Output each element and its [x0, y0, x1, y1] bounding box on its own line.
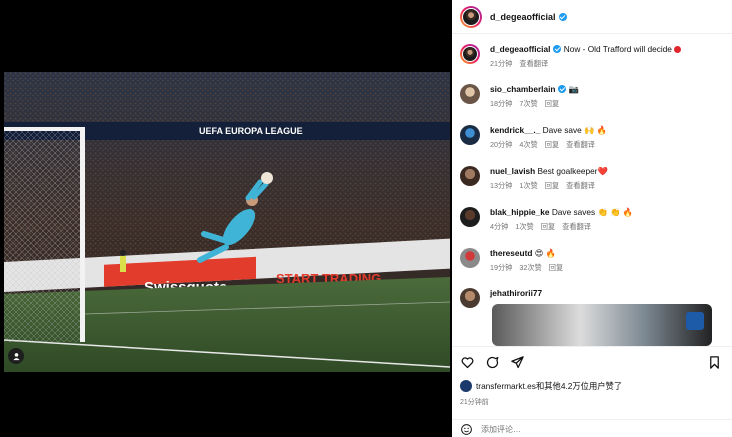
caption: d_degeaofficial Now - Old Trafford will … — [460, 44, 728, 69]
reply-link[interactable]: 回复 — [545, 99, 559, 108]
europa-league-banner: UEFA EUROPA LEAGUE — [199, 126, 303, 136]
comment-text: 😍 🔥 — [534, 248, 557, 258]
add-comment-bar — [452, 419, 732, 437]
post-header: d_degeaofficial — [452, 0, 732, 34]
verified-badge-icon — [558, 85, 567, 93]
comment-likes[interactable]: 1次赞 — [515, 222, 533, 231]
comment-username[interactable]: thereseutd — [490, 248, 532, 258]
comment-text: Dave saves 👏 👏 🔥 — [551, 207, 634, 217]
comment-time: 19分钟 — [490, 263, 513, 272]
comment-input[interactable] — [481, 424, 681, 434]
comment-avatar[interactable] — [460, 288, 480, 308]
translate-link[interactable]: 查看翻译 — [562, 222, 591, 231]
emoji-icon[interactable] — [460, 423, 473, 436]
comment-avatar[interactable] — [460, 166, 480, 186]
reply-link[interactable]: 回复 — [549, 263, 563, 272]
user-icon — [12, 352, 20, 360]
share-icon[interactable] — [510, 355, 525, 370]
comment-text: Dave save 🙌 🔥 — [542, 125, 608, 135]
comment-item: blak_hippie_ke Dave saves 👏 👏 🔥 4分钟 1次赞 回复… — [460, 207, 728, 232]
comment-list[interactable]: d_degeaofficial Now - Old Trafford will … — [452, 36, 732, 346]
comment-avatar[interactable] — [460, 125, 480, 145]
comment-likes[interactable]: 4次赞 — [519, 140, 537, 149]
comment-item: thereseutd 😍 🔥 19分钟 32次赞 回复 — [460, 248, 728, 273]
reply-link[interactable]: 回复 — [541, 222, 555, 231]
comment-icon[interactable] — [485, 355, 500, 370]
comment-text: 📷 — [568, 84, 580, 94]
translate-link[interactable]: 查看翻译 — [566, 181, 595, 190]
post-time: 21分钟前 — [460, 399, 489, 406]
comment-likes[interactable]: 1次赞 — [519, 181, 537, 190]
liker-avatar — [460, 380, 472, 392]
caption-translate-link[interactable]: 查看翻译 — [519, 59, 548, 68]
liked-by-text: transfermarkt.es和其他4.2万位用户赞了 — [476, 381, 623, 391]
tagged-users-button[interactable] — [8, 348, 24, 364]
post-photo[interactable]: UEFA EUROPA LEAGUE Swissquote START TRAD… — [4, 72, 450, 372]
bookmark-icon[interactable] — [707, 355, 722, 370]
comment-username[interactable]: blak_hippie_ke — [490, 207, 550, 217]
reply-link[interactable]: 回复 — [545, 181, 559, 190]
caption-text: Now - Old Trafford will decide — [563, 44, 672, 54]
post-media: UEFA EUROPA LEAGUE Swissquote START TRAD… — [0, 0, 452, 437]
post-actions: transfermarkt.es和其他4.2万位用户赞了 21分钟前 — [452, 346, 732, 437]
comment-time: 13分钟 — [490, 181, 513, 190]
comment-avatar[interactable] — [460, 248, 480, 268]
author-avatar[interactable] — [460, 5, 482, 28]
comment-username[interactable]: sio_chamberlain — [490, 84, 555, 94]
caption-avatar[interactable] — [460, 44, 480, 64]
comment-username[interactable]: kendrick__._ — [490, 125, 540, 135]
comment-avatar[interactable] — [460, 84, 480, 104]
comment-time: 20分钟 — [490, 140, 513, 149]
caption-username[interactable]: d_degeaofficial — [490, 44, 550, 54]
goalkeeper-save-photo: UEFA EUROPA LEAGUE Swissquote START TRAD… — [4, 72, 450, 372]
reply-link[interactable]: 回复 — [545, 140, 559, 149]
caption-time: 21分钟 — [490, 59, 513, 68]
red-circle-emoji — [673, 46, 681, 53]
video-badge-icon — [686, 312, 704, 330]
comment-likes[interactable]: 32次赞 — [519, 263, 541, 272]
comment-time: 4分钟 — [490, 222, 509, 231]
comment-username[interactable]: jehathirorii77 — [490, 288, 542, 298]
comment-item: kendrick__._ Dave save 🙌 🔥 20分钟 4次赞 回复 查看翻译 — [460, 125, 728, 150]
verified-badge-icon — [558, 12, 567, 21]
likes-summary[interactable]: transfermarkt.es和其他4.2万位用户赞了 — [460, 380, 622, 392]
verified-badge-icon — [553, 45, 562, 53]
comment-text: Best goalkeeper❤️ — [537, 166, 608, 176]
post-sidebar: d_degeaofficial d_degeaofficial Now - Ol… — [452, 0, 732, 437]
comment-username[interactable]: nuel_lavish — [490, 166, 535, 176]
heart-icon[interactable] — [460, 355, 475, 370]
comment-likes[interactable]: 7次赞 — [519, 99, 537, 108]
comment-time: 18分钟 — [490, 99, 513, 108]
author-username[interactable]: d_degeaofficial — [490, 12, 556, 22]
comment-item: nuel_lavish Best goalkeeper❤️ 13分钟 1次赞 回复查… — [460, 166, 728, 191]
comment-video-thumbnail[interactable] — [492, 304, 712, 346]
translate-link[interactable]: 查看翻译 — [566, 140, 595, 149]
comment-avatar[interactable] — [460, 207, 480, 227]
comment-item: sio_chamberlain 📷 18分钟 7次赞 回复 — [460, 84, 728, 109]
post-viewer: UEFA EUROPA LEAGUE Swissquote START TRAD… — [0, 0, 732, 437]
